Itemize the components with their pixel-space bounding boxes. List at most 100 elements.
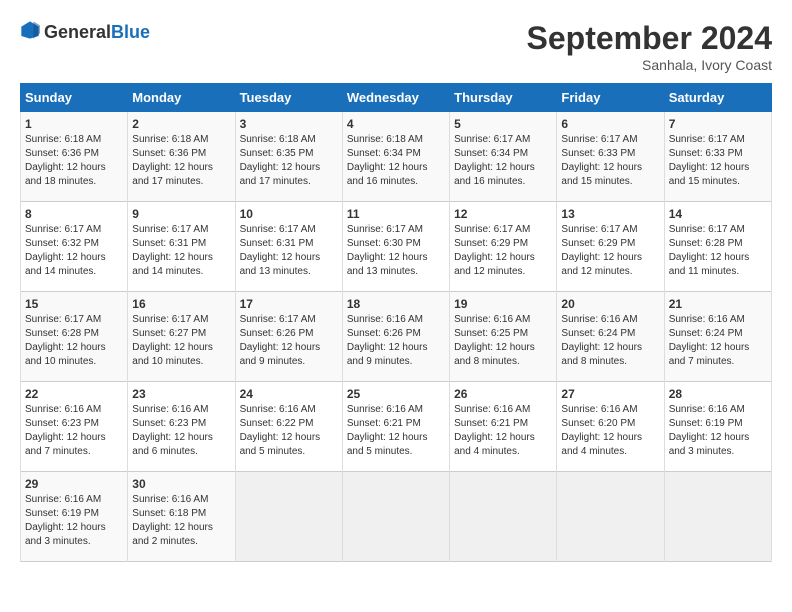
cell-info: Sunrise: 6:17 AM Sunset: 6:28 PM Dayligh… xyxy=(25,313,123,369)
cell-info: Sunrise: 6:17 AM Sunset: 6:32 PM Dayligh… xyxy=(25,223,123,279)
week-row-1: 1 Sunrise: 6:18 AM Sunset: 6:36 PM Dayli… xyxy=(21,112,772,202)
day-number: 15 xyxy=(25,297,123,311)
calendar-table: SundayMondayTuesdayWednesdayThursdayFrid… xyxy=(20,83,772,562)
cell-info: Sunrise: 6:17 AM Sunset: 6:30 PM Dayligh… xyxy=(347,223,445,279)
title-section: September 2024 Sanhala, Ivory Coast xyxy=(527,20,772,73)
header-tuesday: Tuesday xyxy=(235,84,342,112)
cell-info: Sunrise: 6:16 AM Sunset: 6:23 PM Dayligh… xyxy=(25,403,123,459)
week-row-4: 22 Sunrise: 6:16 AM Sunset: 6:23 PM Dayl… xyxy=(21,382,772,472)
calendar-cell: 18 Sunrise: 6:16 AM Sunset: 6:26 PM Dayl… xyxy=(342,292,449,382)
calendar-cell xyxy=(450,472,557,562)
calendar-cell: 6 Sunrise: 6:17 AM Sunset: 6:33 PM Dayli… xyxy=(557,112,664,202)
day-number: 21 xyxy=(669,297,767,311)
cell-info: Sunrise: 6:17 AM Sunset: 6:27 PM Dayligh… xyxy=(132,313,230,369)
header-row: SundayMondayTuesdayWednesdayThursdayFrid… xyxy=(21,84,772,112)
cell-info: Sunrise: 6:17 AM Sunset: 6:33 PM Dayligh… xyxy=(561,133,659,189)
calendar-cell: 19 Sunrise: 6:16 AM Sunset: 6:25 PM Dayl… xyxy=(450,292,557,382)
location: Sanhala, Ivory Coast xyxy=(527,57,772,73)
header-sunday: Sunday xyxy=(21,84,128,112)
day-number: 7 xyxy=(669,117,767,131)
calendar-cell xyxy=(235,472,342,562)
calendar-cell: 8 Sunrise: 6:17 AM Sunset: 6:32 PM Dayli… xyxy=(21,202,128,292)
day-number: 28 xyxy=(669,387,767,401)
day-number: 26 xyxy=(454,387,552,401)
day-number: 8 xyxy=(25,207,123,221)
calendar-cell: 13 Sunrise: 6:17 AM Sunset: 6:29 PM Dayl… xyxy=(557,202,664,292)
cell-info: Sunrise: 6:17 AM Sunset: 6:26 PM Dayligh… xyxy=(240,313,338,369)
calendar-cell: 10 Sunrise: 6:17 AM Sunset: 6:31 PM Dayl… xyxy=(235,202,342,292)
day-number: 10 xyxy=(240,207,338,221)
day-number: 27 xyxy=(561,387,659,401)
calendar-cell: 2 Sunrise: 6:18 AM Sunset: 6:36 PM Dayli… xyxy=(128,112,235,202)
day-number: 12 xyxy=(454,207,552,221)
calendar-cell: 30 Sunrise: 6:16 AM Sunset: 6:18 PM Dayl… xyxy=(128,472,235,562)
day-number: 29 xyxy=(25,477,123,491)
calendar-cell: 4 Sunrise: 6:18 AM Sunset: 6:34 PM Dayli… xyxy=(342,112,449,202)
calendar-cell: 22 Sunrise: 6:16 AM Sunset: 6:23 PM Dayl… xyxy=(21,382,128,472)
logo-general: General xyxy=(44,22,111,42)
calendar-cell: 11 Sunrise: 6:17 AM Sunset: 6:30 PM Dayl… xyxy=(342,202,449,292)
header-saturday: Saturday xyxy=(664,84,771,112)
day-number: 30 xyxy=(132,477,230,491)
calendar-cell: 12 Sunrise: 6:17 AM Sunset: 6:29 PM Dayl… xyxy=(450,202,557,292)
day-number: 4 xyxy=(347,117,445,131)
cell-info: Sunrise: 6:16 AM Sunset: 6:21 PM Dayligh… xyxy=(347,403,445,459)
day-number: 9 xyxy=(132,207,230,221)
calendar-header: SundayMondayTuesdayWednesdayThursdayFrid… xyxy=(21,84,772,112)
day-number: 19 xyxy=(454,297,552,311)
cell-info: Sunrise: 6:16 AM Sunset: 6:19 PM Dayligh… xyxy=(669,403,767,459)
month-title: September 2024 xyxy=(527,20,772,57)
calendar-cell xyxy=(342,472,449,562)
cell-info: Sunrise: 6:17 AM Sunset: 6:33 PM Dayligh… xyxy=(669,133,767,189)
header-monday: Monday xyxy=(128,84,235,112)
cell-info: Sunrise: 6:18 AM Sunset: 6:36 PM Dayligh… xyxy=(25,133,123,189)
day-number: 20 xyxy=(561,297,659,311)
week-row-5: 29 Sunrise: 6:16 AM Sunset: 6:19 PM Dayl… xyxy=(21,472,772,562)
calendar-cell: 3 Sunrise: 6:18 AM Sunset: 6:35 PM Dayli… xyxy=(235,112,342,202)
day-number: 1 xyxy=(25,117,123,131)
cell-info: Sunrise: 6:18 AM Sunset: 6:36 PM Dayligh… xyxy=(132,133,230,189)
cell-info: Sunrise: 6:16 AM Sunset: 6:25 PM Dayligh… xyxy=(454,313,552,369)
day-number: 2 xyxy=(132,117,230,131)
cell-info: Sunrise: 6:16 AM Sunset: 6:22 PM Dayligh… xyxy=(240,403,338,459)
day-number: 24 xyxy=(240,387,338,401)
header-thursday: Thursday xyxy=(450,84,557,112)
calendar-cell: 20 Sunrise: 6:16 AM Sunset: 6:24 PM Dayl… xyxy=(557,292,664,382)
day-number: 14 xyxy=(669,207,767,221)
calendar-cell: 21 Sunrise: 6:16 AM Sunset: 6:24 PM Dayl… xyxy=(664,292,771,382)
header-friday: Friday xyxy=(557,84,664,112)
day-number: 11 xyxy=(347,207,445,221)
day-number: 22 xyxy=(25,387,123,401)
calendar-cell: 14 Sunrise: 6:17 AM Sunset: 6:28 PM Dayl… xyxy=(664,202,771,292)
calendar-cell: 16 Sunrise: 6:17 AM Sunset: 6:27 PM Dayl… xyxy=(128,292,235,382)
day-number: 17 xyxy=(240,297,338,311)
cell-info: Sunrise: 6:17 AM Sunset: 6:31 PM Dayligh… xyxy=(132,223,230,279)
cell-info: Sunrise: 6:16 AM Sunset: 6:24 PM Dayligh… xyxy=(561,313,659,369)
cell-info: Sunrise: 6:17 AM Sunset: 6:29 PM Dayligh… xyxy=(454,223,552,279)
day-number: 16 xyxy=(132,297,230,311)
cell-info: Sunrise: 6:16 AM Sunset: 6:20 PM Dayligh… xyxy=(561,403,659,459)
logo-blue: Blue xyxy=(111,22,150,42)
logo: GeneralBlue xyxy=(20,20,150,45)
cell-info: Sunrise: 6:17 AM Sunset: 6:28 PM Dayligh… xyxy=(669,223,767,279)
cell-info: Sunrise: 6:18 AM Sunset: 6:34 PM Dayligh… xyxy=(347,133,445,189)
calendar-cell: 23 Sunrise: 6:16 AM Sunset: 6:23 PM Dayl… xyxy=(128,382,235,472)
calendar-body: 1 Sunrise: 6:18 AM Sunset: 6:36 PM Dayli… xyxy=(21,112,772,562)
cell-info: Sunrise: 6:18 AM Sunset: 6:35 PM Dayligh… xyxy=(240,133,338,189)
cell-info: Sunrise: 6:17 AM Sunset: 6:31 PM Dayligh… xyxy=(240,223,338,279)
day-number: 3 xyxy=(240,117,338,131)
calendar-cell: 5 Sunrise: 6:17 AM Sunset: 6:34 PM Dayli… xyxy=(450,112,557,202)
cell-info: Sunrise: 6:16 AM Sunset: 6:23 PM Dayligh… xyxy=(132,403,230,459)
day-number: 25 xyxy=(347,387,445,401)
calendar-cell: 27 Sunrise: 6:16 AM Sunset: 6:20 PM Dayl… xyxy=(557,382,664,472)
cell-info: Sunrise: 6:16 AM Sunset: 6:24 PM Dayligh… xyxy=(669,313,767,369)
day-number: 23 xyxy=(132,387,230,401)
calendar-cell: 1 Sunrise: 6:18 AM Sunset: 6:36 PM Dayli… xyxy=(21,112,128,202)
day-number: 13 xyxy=(561,207,659,221)
week-row-2: 8 Sunrise: 6:17 AM Sunset: 6:32 PM Dayli… xyxy=(21,202,772,292)
calendar-cell: 24 Sunrise: 6:16 AM Sunset: 6:22 PM Dayl… xyxy=(235,382,342,472)
calendar-cell: 29 Sunrise: 6:16 AM Sunset: 6:19 PM Dayl… xyxy=(21,472,128,562)
calendar-cell xyxy=(664,472,771,562)
logo-icon xyxy=(20,20,40,40)
calendar-cell: 7 Sunrise: 6:17 AM Sunset: 6:33 PM Dayli… xyxy=(664,112,771,202)
